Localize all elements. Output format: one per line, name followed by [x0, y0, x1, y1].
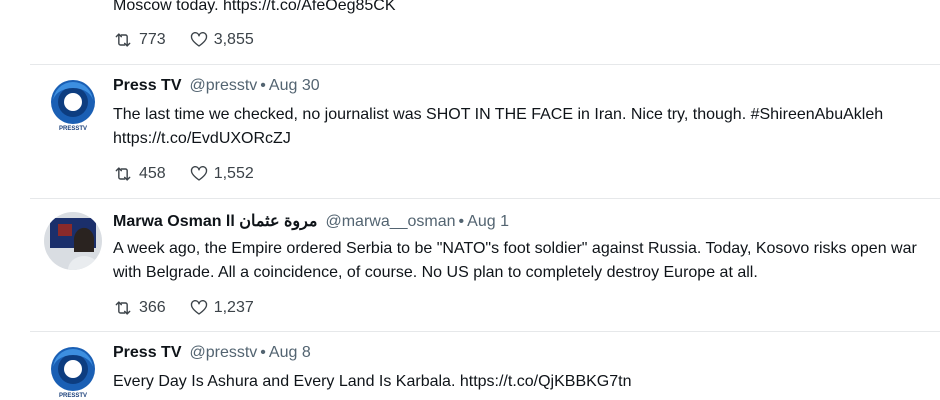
retweet-count: 458	[139, 165, 166, 182]
presstv-logo-icon: PRESSTV	[44, 343, 102, 400]
retweet-button[interactable]: 773	[113, 30, 166, 50]
display-name[interactable]: Marwa Osman ll مروة عثمان	[113, 213, 317, 230]
like-count: 1,237	[213, 299, 254, 316]
user-handle[interactable]: @presstv	[189, 344, 257, 361]
tweet-item[interactable]: PRESSTV Press TV @presstv • Aug 8 Every Day…	[30, 332, 940, 400]
presstv-logo-icon: PRESSTV	[44, 76, 102, 134]
display-name[interactable]: Press TV	[113, 77, 181, 94]
heart-icon	[190, 300, 207, 315]
display-name[interactable]: Press TV	[113, 344, 181, 361]
tweet-actions: 458 1,552	[113, 164, 254, 184]
tweet-date[interactable]: Aug 8	[269, 344, 311, 361]
tweet-date[interactable]: Aug 30	[269, 77, 320, 94]
tweet-actions: 773 3,855	[113, 30, 254, 50]
like-button[interactable]: 1,552	[190, 165, 254, 183]
separator-dot: •	[260, 344, 266, 361]
retweet-button[interactable]: 458	[113, 164, 166, 184]
heart-icon	[190, 32, 207, 47]
tweet-header: Press TV @presstv • Aug 30	[113, 77, 320, 95]
tweet-item[interactable]: PRESSTV Press TV @presstv • Aug 30 The last…	[30, 65, 940, 197]
tweet-header: Marwa Osman ll مروة عثمان @marwa__osman • A…	[113, 211, 509, 231]
tweet-text: A week ago, the Empire ordered Serbia to…	[113, 240, 917, 281]
retweet-button[interactable]: 366	[113, 298, 166, 318]
svg-text:PRESSTV: PRESSTV	[59, 126, 87, 132]
tweet-text: Moscow today. https://t.co/AfeOeg85CK	[113, 0, 396, 14]
tweet-item[interactable]: Marwa Osman ll مروة عثمان @marwa__osman • A…	[30, 199, 940, 331]
tweet-actions: 366 1,237	[113, 298, 254, 318]
user-avatar[interactable]	[44, 212, 102, 270]
tweet-text: Every Day Is Ashura and Every Land Is Ka…	[113, 373, 632, 390]
separator-dot: •	[458, 213, 465, 230]
separator-dot: •	[260, 77, 266, 94]
like-button[interactable]: 1,237	[190, 299, 254, 317]
presstv-avatar[interactable]: PRESSTV	[44, 343, 102, 400]
tweet-text: The last time we checked, no journalist …	[113, 106, 884, 147]
user-handle[interactable]: @marwa__osman	[325, 213, 455, 230]
retweet-icon	[115, 301, 131, 315]
user-handle[interactable]: @presstv	[189, 77, 257, 94]
retweet-icon	[115, 33, 131, 47]
person-avatar-icon	[44, 212, 102, 270]
retweet-count: 773	[139, 31, 166, 48]
heart-icon	[190, 166, 207, 181]
like-count: 3,855	[213, 31, 254, 48]
like-count: 1,552	[213, 165, 254, 182]
retweet-count: 366	[139, 299, 166, 316]
presstv-avatar[interactable]: PRESSTV	[44, 76, 102, 134]
svg-text:PRESSTV: PRESSTV	[59, 393, 87, 399]
like-button[interactable]: 3,855	[190, 31, 254, 49]
tweet-item[interactable]: Moscow today. https://t.co/AfeOeg85CK 77…	[30, 0, 940, 64]
retweet-icon	[115, 167, 131, 181]
tweet-date[interactable]: Aug 1	[467, 213, 509, 230]
tweet-header: Press TV @presstv • Aug 8	[113, 344, 311, 362]
